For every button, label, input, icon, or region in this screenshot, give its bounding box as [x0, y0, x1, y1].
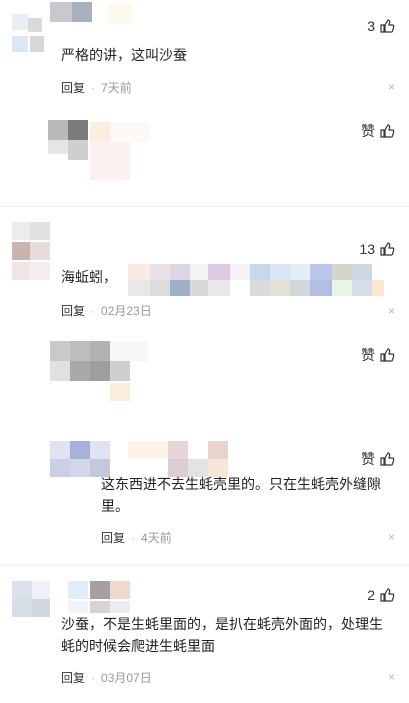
timestamp: 7天前: [101, 81, 132, 95]
timestamp: 03月07日: [101, 671, 152, 685]
username-blurred: [50, 581, 134, 615]
thumb-up-icon: [380, 124, 395, 138]
like-count: 13: [359, 241, 375, 257]
close-icon[interactable]: ×: [388, 304, 395, 318]
thumb-up-icon: [380, 242, 395, 256]
timestamp: 02月23日: [101, 304, 152, 318]
like-button[interactable]: 赞: [361, 345, 395, 365]
comment-meta: 回复 · 4天前: [101, 531, 172, 545]
comment-text-line-2: 里。: [101, 498, 129, 514]
close-icon[interactable]: ×: [388, 80, 395, 94]
thumb-up-icon: [380, 452, 395, 466]
reply-button[interactable]: 回复: [61, 304, 85, 318]
reply-button[interactable]: 回复: [101, 531, 125, 545]
avatar: [12, 0, 52, 62]
comment-text-line-1: 沙蚕，不是生蚝里面的，是扒在蚝壳外面的，处理生: [61, 616, 383, 632]
like-button[interactable]: 13: [359, 241, 395, 257]
timestamp: 4天前: [141, 531, 172, 545]
thumb-up-icon: [380, 588, 395, 602]
reply-button[interactable]: 回复: [61, 671, 85, 685]
close-icon[interactable]: ×: [388, 670, 395, 684]
blurred-content: [128, 264, 384, 298]
divider: [0, 206, 409, 207]
comment-meta: 回复 · 02月23日: [61, 304, 152, 318]
like-button[interactable]: 赞: [361, 121, 395, 141]
like-button[interactable]: 2: [367, 587, 395, 603]
avatar: [48, 120, 92, 164]
like-label: 赞: [361, 123, 375, 139]
like-label: 赞: [361, 451, 375, 467]
username-blurred: [48, 0, 148, 24]
divider: [0, 565, 409, 566]
comment-meta: 回复 · 03月07日: [61, 671, 152, 685]
thumb-up-icon: [380, 19, 395, 33]
comment-meta: 回复 · 7天前: [61, 81, 132, 95]
reply-button[interactable]: 回复: [61, 81, 85, 95]
like-button[interactable]: 3: [367, 18, 395, 34]
username-blurred: [90, 118, 160, 180]
thumb-up-icon: [380, 348, 395, 362]
avatar: [50, 341, 112, 383]
close-icon[interactable]: ×: [388, 530, 395, 544]
username-blurred: [110, 341, 150, 403]
like-button[interactable]: 赞: [361, 449, 395, 469]
comment-text: 海蚯蚓，: [61, 269, 117, 285]
comment-text-line-2: 蚝的时候会爬进生蚝里面: [61, 638, 215, 654]
avatar: [12, 222, 52, 284]
avatar: [12, 581, 52, 619]
comment-text: 严格的讲，这叫沙蚕: [61, 47, 187, 63]
like-count: 3: [367, 18, 375, 34]
like-label: 赞: [361, 347, 375, 363]
like-count: 2: [367, 587, 375, 603]
comment-text-line-1: 这东西进不去生蚝壳里的。只在生蚝壳外缝隙: [101, 476, 381, 492]
